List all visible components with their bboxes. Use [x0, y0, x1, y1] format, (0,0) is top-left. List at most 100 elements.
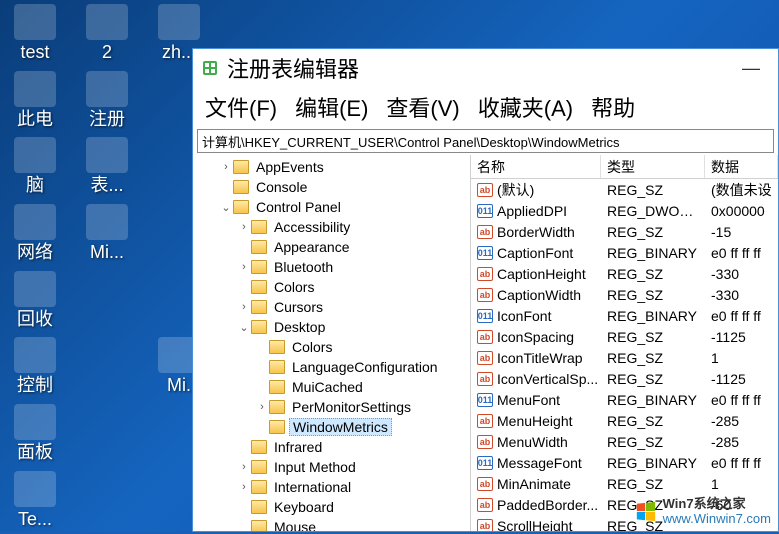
tree-label: Colors	[271, 279, 317, 295]
desktop-icon[interactable]: 回收	[6, 271, 64, 330]
binary-icon: 011	[477, 456, 493, 470]
tree-node[interactable]: Colors	[193, 277, 470, 297]
tree-node[interactable]: ›International	[193, 477, 470, 497]
desktop-icon[interactable]	[78, 271, 136, 330]
desktop-icon[interactable]: 2	[78, 4, 136, 63]
list-item[interactable]: abCaptionWidthREG_SZ-330	[471, 284, 778, 305]
tree-node[interactable]: › Accessibility	[193, 217, 470, 237]
tree-node[interactable]: Keyboard	[193, 497, 470, 517]
menu-view[interactable]: 查看(V)	[380, 89, 465, 125]
tree-node[interactable]: ⌄Desktop	[193, 317, 470, 337]
desktop-icon[interactable]: 表...	[78, 137, 136, 196]
expand-icon[interactable]: ⌄	[237, 321, 251, 334]
tree-node[interactable]: Appearance	[193, 237, 470, 257]
list-item[interactable]: 011MenuFontREG_BINARYe0 ff ff ff	[471, 389, 778, 410]
expand-icon[interactable]: ⌄	[219, 201, 233, 214]
list-item[interactable]: abIconSpacingREG_SZ-1125	[471, 326, 778, 347]
col-name[interactable]: 名称	[471, 155, 601, 178]
address-bar[interactable]: 计算机\HKEY_CURRENT_USER\Control Panel\Desk…	[197, 129, 774, 153]
list-item[interactable]: abBorderWidthREG_SZ-15	[471, 221, 778, 242]
file-icon	[14, 404, 56, 440]
expand-icon[interactable]: ›	[237, 301, 251, 313]
tree-node[interactable]: › PerMonitorSettings	[193, 397, 470, 417]
expand-icon[interactable]: ›	[237, 461, 251, 473]
value-data: e0 ff ff ff	[705, 392, 778, 408]
tree-node[interactable]: LanguageConfiguration	[193, 357, 470, 377]
tree-node[interactable]: Infrared	[193, 437, 470, 457]
desktop-icon[interactable]	[78, 471, 136, 530]
menu-favorites[interactable]: 收藏夹(A)	[472, 89, 579, 125]
folder-icon	[233, 160, 249, 174]
list-item[interactable]: abIconVerticalSp...REG_SZ-1125	[471, 368, 778, 389]
expand-icon[interactable]: ›	[219, 161, 233, 173]
string-icon: ab	[477, 330, 493, 344]
icon-label: Mi...	[77, 242, 137, 263]
list-item[interactable]: 011MessageFontREG_BINARYe0 ff ff ff	[471, 452, 778, 473]
desktop-icon[interactable]: Mi...	[78, 204, 136, 263]
folder-icon	[269, 420, 285, 434]
desktop-icon[interactable]: 网络	[6, 204, 64, 263]
expand-icon[interactable]: ›	[237, 481, 251, 493]
tree-node[interactable]: Colors	[193, 337, 470, 357]
desktop-icon[interactable]: 脑	[6, 137, 64, 196]
titlebar[interactable]: 注册表编辑器 —	[193, 49, 778, 87]
desktop-icon[interactable]: test	[6, 4, 64, 63]
tree-node[interactable]: WindowMetrics	[193, 417, 470, 437]
desktop-icon[interactable]: 控制	[6, 337, 64, 396]
expand-icon[interactable]: ›	[255, 401, 269, 413]
desktop-icon[interactable]	[78, 337, 136, 396]
desktop-icon[interactable]: Te...	[6, 471, 64, 530]
menu-edit[interactable]: 编辑(E)	[289, 89, 374, 125]
value-data: -1125	[705, 329, 778, 345]
menu-file[interactable]: 文件(F)	[199, 89, 283, 125]
tree-node[interactable]: Mouse	[193, 517, 470, 531]
tree-node[interactable]: › Input Method	[193, 457, 470, 477]
list-item[interactable]: abMenuWidthREG_SZ-285	[471, 431, 778, 452]
string-icon: ab	[477, 435, 493, 449]
file-icon	[14, 337, 56, 373]
icon-label: 表...	[77, 175, 137, 196]
col-type[interactable]: 类型	[601, 155, 705, 178]
list-header[interactable]: 名称 类型 数据	[471, 155, 778, 179]
col-data[interactable]: 数据	[705, 155, 778, 178]
list-item[interactable]: abMenuHeightREG_SZ-285	[471, 410, 778, 431]
list-item[interactable]: ab(默认)REG_SZ(数值未设	[471, 179, 778, 200]
menu-help[interactable]: 帮助	[585, 89, 641, 125]
desktop-icon[interactable]: 此电	[6, 71, 64, 130]
expand-icon[interactable]: ›	[237, 221, 251, 233]
value-type: REG_SZ	[601, 266, 705, 282]
tree-label: PerMonitorSettings	[289, 399, 414, 415]
desktop-icon[interactable]: 面板	[6, 404, 64, 463]
value-type: REG_SZ	[601, 329, 705, 345]
string-icon: ab	[477, 519, 493, 532]
tree-node[interactable]: MuiCached	[193, 377, 470, 397]
expand-icon[interactable]: ›	[237, 261, 251, 273]
list-item[interactable]: abIconTitleWrapREG_SZ1	[471, 347, 778, 368]
desktop-icon[interactable]: 注册	[78, 71, 136, 130]
desktop-icon[interactable]	[78, 404, 136, 463]
tree-node[interactable]: ›Bluetooth	[193, 257, 470, 277]
folder-icon	[233, 200, 249, 214]
tree-node[interactable]: Console	[193, 177, 470, 197]
folder-icon	[269, 400, 285, 414]
minimize-button[interactable]: —	[732, 54, 770, 83]
binary-icon: 011	[477, 204, 493, 218]
tree-label: Input Method	[271, 459, 359, 475]
list-item[interactable]: abMinAnimateREG_SZ1	[471, 473, 778, 494]
value-name: (默认)	[497, 180, 534, 200]
tree-node[interactable]: ⌄Control Panel	[193, 197, 470, 217]
regedit-icon	[201, 59, 219, 77]
list-item[interactable]: 011IconFontREG_BINARYe0 ff ff ff	[471, 305, 778, 326]
string-icon: ab	[477, 351, 493, 365]
value-data: -330	[705, 287, 778, 303]
value-type: REG_BINARY	[601, 308, 705, 324]
registry-tree[interactable]: ›AppEventsConsole⌄Control Panel › Accessib…	[193, 155, 471, 531]
list-item[interactable]: abCaptionHeightREG_SZ-330	[471, 263, 778, 284]
folder-icon	[251, 440, 267, 454]
folder-icon	[251, 280, 267, 294]
list-item[interactable]: 011AppliedDPIREG_DWORD0x00000	[471, 200, 778, 221]
tree-node[interactable]: ›Cursors	[193, 297, 470, 317]
tree-label: Accessibility	[271, 219, 353, 235]
list-item[interactable]: 011CaptionFontREG_BINARYe0 ff ff ff	[471, 242, 778, 263]
tree-node[interactable]: ›AppEvents	[193, 157, 470, 177]
